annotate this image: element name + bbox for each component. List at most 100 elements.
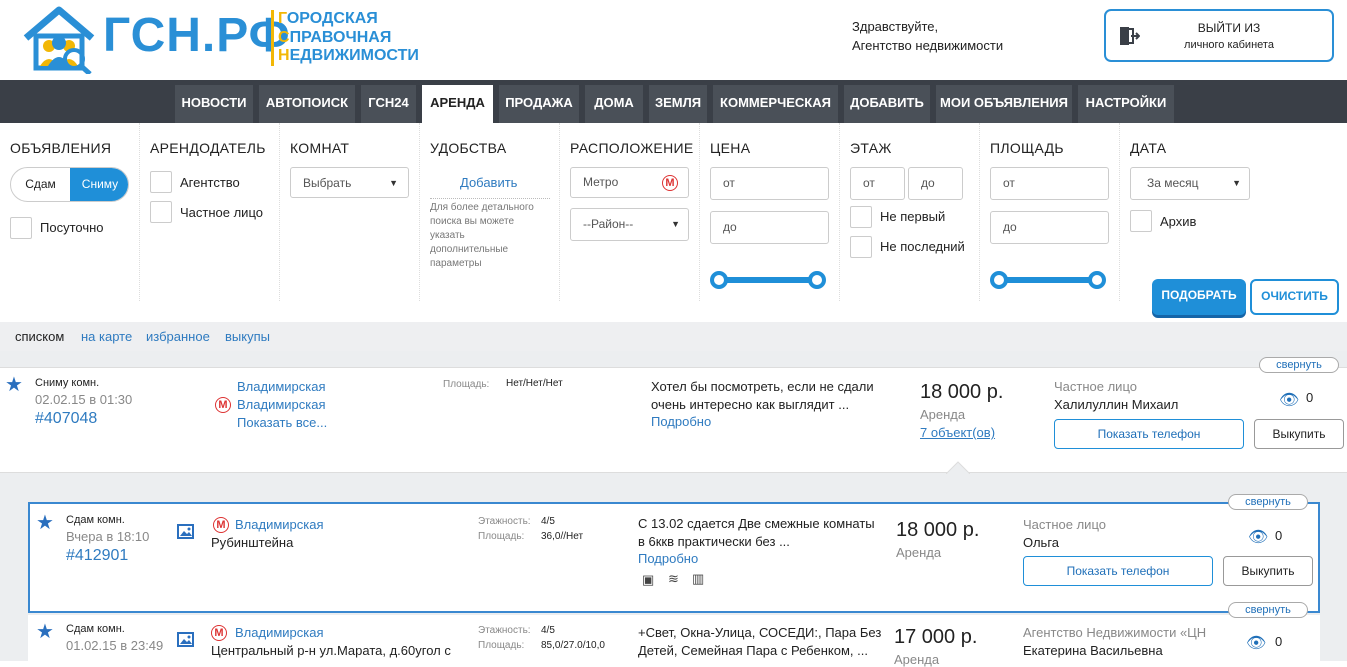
listing-metro-2[interactable]: Владимирская [237, 397, 326, 412]
agency-checkbox[interactable] [150, 171, 172, 193]
metro-icon: М [211, 625, 227, 641]
nav-item-rent[interactable]: АРЕНДА [422, 85, 493, 123]
price-slider[interactable] [710, 271, 826, 289]
owner-name: Екатерина Васильевна [1023, 643, 1163, 658]
listing-metro[interactable]: Владимирская [235, 625, 324, 640]
photo-icon[interactable] [177, 632, 194, 647]
listing-id[interactable]: #407048 [35, 410, 97, 428]
date-select[interactable]: За месяц ▼ [1130, 167, 1250, 200]
view-favorites-link[interactable]: избранное [146, 329, 210, 344]
rooms-select[interactable]: Выбрать ▼ [290, 167, 409, 198]
private-checkbox[interactable] [150, 201, 172, 223]
details-link[interactable]: Подробно [638, 551, 698, 566]
area-slider-track [996, 277, 1100, 283]
nav-item-settings[interactable]: НАСТРОЙКИ [1078, 85, 1174, 123]
amenities-hint-line: указать [430, 230, 465, 241]
views-count: 0 [1306, 390, 1314, 405]
collapse-button[interactable]: свернуть [1259, 357, 1339, 373]
metro-select[interactable]: Метро М [570, 167, 689, 198]
floor-from-input[interactable]: от [850, 167, 905, 200]
metro-icon: М [213, 517, 229, 533]
listing-metro-1[interactable]: Владимирская [237, 379, 326, 394]
area-to-input[interactable]: до [990, 211, 1109, 244]
show-phone-button[interactable]: Показать телефон [1054, 419, 1244, 449]
amenities-add-link[interactable]: Добавить [460, 175, 517, 190]
logo-house-icon[interactable] [22, 4, 96, 74]
area-slider[interactable] [990, 271, 1106, 289]
star-icon[interactable]: ★ [36, 510, 54, 535]
objects-link[interactable]: 7 объект(ов) [920, 425, 995, 440]
price-slider-min-handle[interactable] [710, 271, 728, 289]
district-select[interactable]: --Район-- ▼ [570, 208, 689, 241]
wifi-icon: ≋ [668, 571, 679, 586]
daily-checkbox[interactable] [10, 217, 32, 239]
area-from-input[interactable]: от [990, 167, 1109, 200]
floors-label: Этажность: [478, 516, 531, 527]
filter-area: ПЛОЩАДЬ от до [980, 123, 1120, 301]
metro-icon: М [215, 397, 231, 413]
pick-button[interactable]: ПОДОБРАТЬ [1152, 279, 1246, 315]
filter-date: ДАТА За месяц ▼ Архив [1120, 123, 1347, 301]
buyout-button[interactable]: Выкупить [1254, 419, 1344, 449]
daily-label: Посуточно [40, 220, 104, 235]
not-first-checkbox[interactable] [850, 206, 872, 228]
collapse-button[interactable]: свернуть [1228, 494, 1308, 510]
owner-type: Частное лицо [1023, 517, 1106, 532]
toggle-seek[interactable]: Сниму [70, 168, 128, 201]
listing-desc-2: в 6ккв практически без ... [638, 534, 790, 549]
listing-card: ★ Сдам комн. 01.02.15 в 23:49 М Владимир… [28, 615, 1320, 667]
listing-desc-1: +Свет, Окна-Улица, СОСЕДИ:, Пара Без [638, 625, 882, 640]
show-all-link[interactable]: Показать все... [237, 415, 327, 430]
buyout-button[interactable]: Выкупить [1223, 556, 1313, 586]
amenities-hint-line: поиска вы можете [430, 216, 515, 227]
price-from-input[interactable]: от [710, 167, 829, 200]
washer-icon: ▣ [642, 572, 655, 587]
nav-item-gsn24[interactable]: ГСН24 [361, 85, 416, 123]
star-icon[interactable]: ★ [36, 619, 54, 644]
price-to-input[interactable]: до [710, 211, 829, 244]
show-phone-button[interactable]: Показать телефон [1023, 556, 1213, 586]
listing-price-type: Аренда [920, 407, 966, 422]
owner-name: Халилуллин Михаил [1054, 397, 1179, 412]
nav-item-add[interactable]: ДОБАВИТЬ [844, 85, 930, 123]
listing-price: 18 000 р. [896, 519, 980, 541]
logo-text[interactable]: ГСН.РФ [103, 8, 291, 64]
nav-item-commercial[interactable]: КОММЕРЧЕСКАЯ [713, 85, 838, 123]
price-slider-max-handle[interactable] [808, 271, 826, 289]
area-label: Площадь: [443, 379, 490, 390]
greeting-line-1: Здравствуйте, [852, 19, 939, 34]
floor-to-input[interactable]: до [908, 167, 963, 200]
listing-desc-2: очень интересно как выглядит ... [651, 397, 850, 412]
listing-desc-2: Детей, Семейная Пара с Ребенком, ... [638, 643, 868, 658]
toggle-offer[interactable]: Сдам [11, 168, 70, 201]
listing-metro[interactable]: Владимирская [235, 517, 324, 532]
photo-icon[interactable] [177, 524, 194, 539]
listing-street: Центральный р-н ул.Марата, д.60угол с [211, 643, 451, 658]
logout-button[interactable]: ВЫЙТИ ИЗ личного кабинета [1104, 9, 1334, 62]
floors-value: 4/5 [541, 625, 555, 636]
nav-item-autosearch[interactable]: АВТОПОИСК [259, 85, 355, 123]
nav-item-sale[interactable]: ПРОДАЖА [499, 85, 579, 123]
archive-checkbox[interactable] [1130, 210, 1152, 232]
details-link[interactable]: Подробно [651, 414, 711, 429]
area-label: Площадь: [478, 531, 525, 542]
collapse-button[interactable]: свернуть [1228, 602, 1308, 618]
radiator-icon: ▥ [692, 571, 705, 586]
filter-landlord: АРЕНДОДАТЕЛЬ Агентство Частное лицо [140, 123, 280, 301]
not-last-checkbox[interactable] [850, 236, 872, 258]
area-slider-min-handle[interactable] [990, 271, 1008, 289]
view-list-tab[interactable]: списком [15, 329, 64, 344]
nav-item-land[interactable]: ЗЕМЛЯ [649, 85, 707, 123]
logo-sub-initial-2: С [278, 28, 290, 46]
area-slider-max-handle[interactable] [1088, 271, 1106, 289]
star-icon[interactable]: ★ [5, 372, 23, 397]
filter-landlord-title: АРЕНДОДАТЕЛЬ [150, 140, 266, 156]
listing-id[interactable]: #412901 [66, 547, 128, 565]
nav-item-my-ads[interactable]: МОИ ОБЪЯВЛЕНИЯ [936, 85, 1072, 123]
view-map-link[interactable]: на карте [81, 329, 132, 344]
clear-button[interactable]: ОЧИСТИТЬ [1250, 279, 1339, 315]
nav-item-news[interactable]: НОВОСТИ [175, 85, 253, 123]
archive-label: Архив [1160, 214, 1197, 229]
nav-item-houses[interactable]: ДОМА [585, 85, 643, 123]
view-buyouts-link[interactable]: выкупы [225, 329, 270, 344]
